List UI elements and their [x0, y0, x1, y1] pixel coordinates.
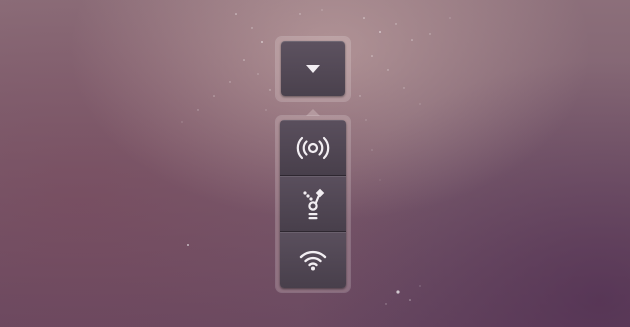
wifi-icon — [298, 248, 328, 272]
desktop-background — [0, 0, 630, 327]
menu-pointer — [306, 109, 320, 116]
chevron-down-icon — [306, 64, 320, 73]
menu-item-broadcast[interactable] — [280, 120, 346, 176]
dropdown-menu — [276, 109, 350, 292]
broadcast-icon — [294, 135, 332, 161]
firewire-icon — [296, 187, 330, 221]
dropdown-list — [280, 120, 346, 288]
menu-item-wifi[interactable] — [280, 232, 346, 288]
menu-item-firewire[interactable] — [280, 176, 346, 232]
dropdown-toggle-button[interactable] — [281, 41, 345, 96]
dropdown-trigger-frame — [276, 37, 350, 101]
